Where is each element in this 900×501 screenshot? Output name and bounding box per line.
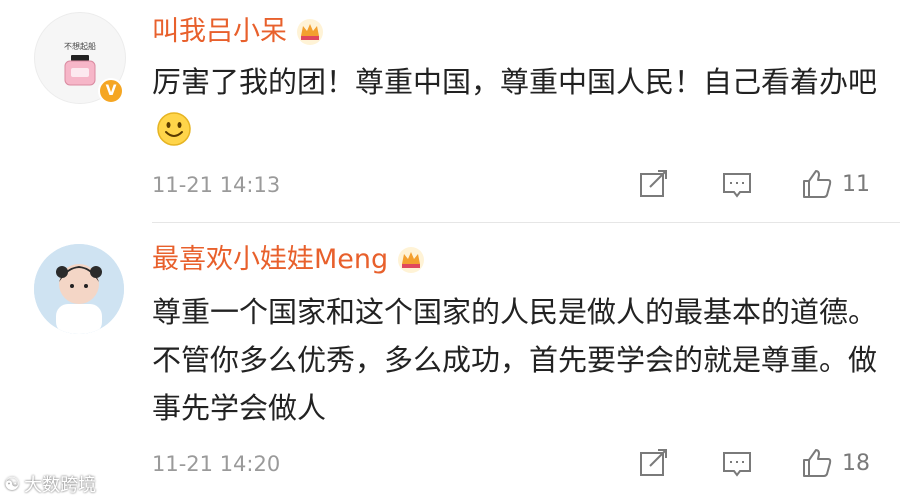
like-button[interactable]: 11 (800, 167, 870, 201)
child-photo-icon (34, 244, 124, 334)
timestamp: 11-21 14:13 (152, 173, 281, 197)
like-count: 11 (842, 171, 870, 197)
timestamp: 11-21 14:20 (152, 452, 281, 476)
comment-icon (723, 173, 751, 198)
verified-badge-icon: V (98, 78, 124, 104)
comment-actions: 11 (636, 167, 870, 201)
comment-icon (723, 452, 751, 477)
crown-icon (398, 247, 425, 273)
share-button[interactable] (636, 446, 670, 480)
thumbs-up-icon (803, 449, 832, 477)
comment-actions: 18 (636, 446, 870, 480)
like-count: 18 (842, 450, 870, 476)
username[interactable]: 叫我吕小呆 (152, 14, 325, 50)
reply-button[interactable] (720, 167, 754, 201)
comment-item-1: 不想起船 V 叫我吕小呆 厉害了我的团！尊重中国，尊重中国人民！自己看着办吧 1… (0, 0, 900, 222)
divider (152, 222, 900, 223)
like-button[interactable]: 18 (800, 446, 870, 480)
share-icon (640, 449, 667, 476)
avatar[interactable] (34, 244, 124, 334)
watermark: ☯ 大数跨境 (4, 471, 96, 497)
watermark-logo-icon: ☯ (4, 473, 21, 495)
thumbs-up-icon (803, 170, 832, 198)
reply-button[interactable] (720, 446, 754, 480)
username-text[interactable]: 最喜欢小娃娃Meng (152, 242, 388, 278)
comment-item-2: 最喜欢小娃娃Meng 尊重一个国家和这个国家的人民是做人的最基本的道德。不管你多… (0, 226, 900, 501)
share-button[interactable] (636, 167, 670, 201)
comment-text: 尊重一个国家和这个国家的人民是做人的最基本的道德。不管你多么优秀，多么成功，首先… (152, 295, 878, 425)
crown-icon (297, 19, 323, 45)
username-text[interactable]: 叫我吕小呆 (152, 14, 287, 50)
share-icon (640, 170, 667, 197)
watermark-text: 大数跨境 (24, 475, 97, 496)
username[interactable]: 最喜欢小娃娃Meng (152, 242, 426, 278)
smiley-face-icon (157, 112, 191, 146)
comment-text: 厉害了我的团！尊重中国，尊重中国人民！自己看着办吧 (152, 58, 882, 154)
avatar-text: 不想起船 (64, 42, 96, 51)
